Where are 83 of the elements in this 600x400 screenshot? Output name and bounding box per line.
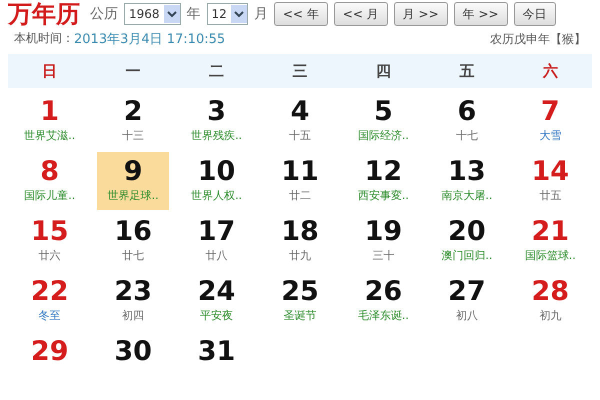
app-logo: 万年历 xyxy=(8,0,80,30)
day-note: 初四 xyxy=(122,308,144,324)
day-note: 廿九 xyxy=(288,248,311,264)
day-number: 21 xyxy=(531,216,570,248)
day-note: 三十 xyxy=(372,248,394,264)
day-note: 世界残疾.. xyxy=(191,128,242,144)
day-note: 冬至 xyxy=(38,308,61,324)
day-number: 4 xyxy=(290,96,310,128)
day-number: 6 xyxy=(457,96,476,128)
day-number: 19 xyxy=(364,216,402,248)
day-note: 廿二 xyxy=(288,188,311,204)
day-number: 15 xyxy=(30,216,68,248)
day-number: 3 xyxy=(207,96,226,128)
day-note: 南京大屠.. xyxy=(441,188,492,204)
clock-value: 2013年3月4日 17:10:55 xyxy=(74,31,226,48)
day-number: 22 xyxy=(30,276,68,308)
day-number: 25 xyxy=(281,276,319,308)
day-number: 23 xyxy=(114,276,152,308)
day-note: 大雪 xyxy=(539,128,562,144)
day-number: 13 xyxy=(448,156,486,188)
day-number: 8 xyxy=(40,156,60,188)
day-number: 11 xyxy=(281,156,319,188)
day-note: 世界艾滋.. xyxy=(24,128,76,144)
day-note: 毛泽东诞.. xyxy=(358,308,409,324)
day-note: 廿五 xyxy=(539,188,562,204)
weekday-label: 三 xyxy=(292,62,308,80)
day-note: 国际篮球.. xyxy=(524,248,576,264)
lunar-year: 农历戊申年【猴】 xyxy=(490,30,586,48)
day-number: 7 xyxy=(540,96,560,128)
year-label: 年 xyxy=(186,5,201,23)
day-note: 初九 xyxy=(539,308,562,324)
weekday-label: 二 xyxy=(209,62,224,80)
day-number: 12 xyxy=(364,156,402,188)
day-number: 10 xyxy=(198,156,236,188)
day-note: 澳门回归.. xyxy=(441,248,492,264)
day-number: 26 xyxy=(364,276,402,308)
weekday-label: 六 xyxy=(542,62,558,80)
day-note: 圣诞节 xyxy=(283,308,316,324)
caret-icon xyxy=(230,5,247,23)
day-note: 国际经济.. xyxy=(358,128,409,144)
day-note: 十三 xyxy=(122,128,144,144)
nav-button[interactable]: 今日 xyxy=(514,2,556,26)
day-number: 27 xyxy=(448,276,486,308)
day-note: 廿六 xyxy=(38,248,61,264)
day-number: 17 xyxy=(198,216,236,248)
weekday-label: 五 xyxy=(459,62,474,80)
day-number: 2 xyxy=(124,96,143,128)
day-note: 西安事変.. xyxy=(358,188,409,204)
selected-day-cell[interactable]: 9 世界足球.. xyxy=(97,152,170,210)
weekday-label: 日 xyxy=(42,62,58,80)
day-number: 28 xyxy=(531,276,570,308)
month-dropdown[interactable]: 12 xyxy=(206,3,248,25)
day-number: 31 xyxy=(198,336,236,368)
nav-button[interactable]: 年 >> xyxy=(454,2,508,26)
day-number: 20 xyxy=(448,216,486,248)
day-note: 初八 xyxy=(456,308,478,324)
day-number: 24 xyxy=(198,276,236,308)
nav-button[interactable]: << 年 xyxy=(274,2,328,26)
day-note: 十七 xyxy=(456,128,478,144)
year-dropdown[interactable]: 1968 xyxy=(124,3,181,25)
day-note: 世界人权.. xyxy=(191,188,242,204)
calendar-label: 公历 xyxy=(90,5,118,23)
clock-label: 本机时间： xyxy=(14,30,74,47)
month-label: 月 xyxy=(254,5,268,23)
weekday-label: 一 xyxy=(126,62,141,80)
day-note: 国际儿童.. xyxy=(24,188,76,204)
day-note: 廿八 xyxy=(206,248,228,264)
day-number: 14 xyxy=(531,156,570,188)
day-number: 29 xyxy=(30,336,68,368)
day-number: 1 xyxy=(40,96,60,128)
nav-button[interactable]: 月 >> xyxy=(394,2,448,26)
day-number: 30 xyxy=(114,336,152,368)
day-number: 18 xyxy=(281,216,319,248)
day-number: 9 xyxy=(124,156,143,188)
day-note: 平安夜 xyxy=(200,308,234,324)
day-note: 十五 xyxy=(288,128,311,144)
day-number: 5 xyxy=(374,96,393,128)
nav-button[interactable]: << 月 xyxy=(334,2,388,26)
day-note: 世界足球.. xyxy=(108,188,159,204)
weekday-label: 四 xyxy=(376,62,391,80)
day-note: 廿七 xyxy=(122,248,144,264)
caret-icon xyxy=(164,5,180,23)
day-number: 16 xyxy=(114,216,152,248)
